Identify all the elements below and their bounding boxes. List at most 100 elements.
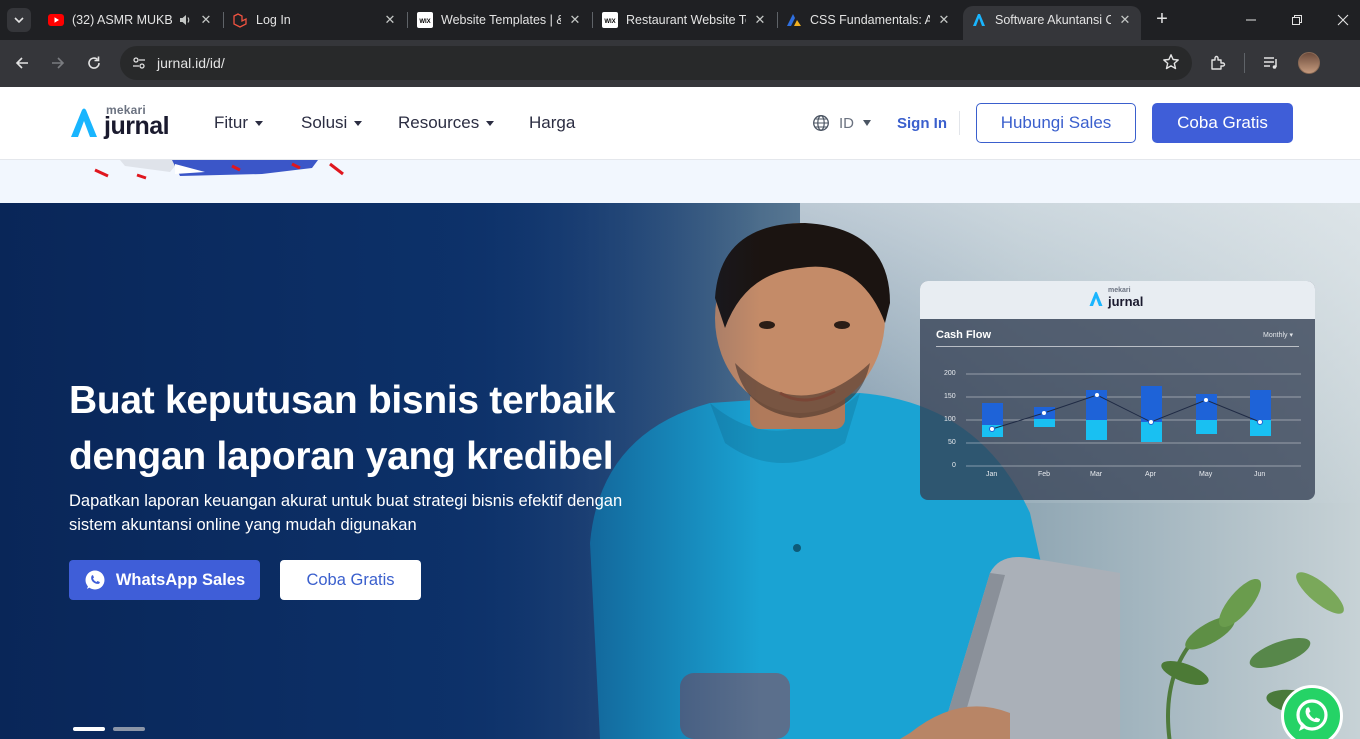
bar-light-mar — [1086, 420, 1107, 440]
url-text[interactable]: jurnal.id/id/ — [157, 55, 225, 71]
minimize-button[interactable] — [1238, 8, 1264, 32]
tab-title: Restaurant Website Te — [626, 13, 746, 27]
hero-title: Buat keputusan bisnis terbaik dengan lap… — [69, 373, 709, 485]
close-icon[interactable]: ✕ — [567, 12, 583, 28]
contact-sales-button[interactable]: Hubungi Sales — [976, 103, 1136, 143]
tab-website-templates[interactable]: WIX Website Templates | & ✕ — [409, 6, 591, 34]
tab-youtube[interactable]: (32) ASMR MUKBANG ✕ — [40, 6, 222, 34]
whatsapp-icon — [1296, 699, 1328, 731]
cash-flow-chart — [966, 373, 1301, 467]
hero-title-line-2: dengan laporan yang kredibel — [69, 435, 614, 478]
caret-down-icon — [486, 120, 495, 126]
artisan-icon — [786, 12, 802, 28]
tab-title: Log In — [256, 13, 291, 27]
tab-separator — [592, 12, 593, 28]
chevron-down-icon — [14, 17, 24, 24]
tab-title: Website Templates | & — [441, 13, 561, 27]
nav-solusi[interactable]: Solusi — [301, 113, 363, 133]
nav-label: Fitur — [214, 113, 248, 132]
back-button[interactable] — [10, 51, 34, 75]
new-tab-button[interactable]: + — [1152, 9, 1172, 30]
nav-label: Solusi — [301, 113, 348, 132]
speaker-icon[interactable] — [178, 13, 192, 27]
youtube-icon — [48, 12, 64, 28]
tab-title: (32) ASMR MUKBANG — [72, 13, 172, 27]
mekari-jurnal-logo[interactable]: mekari jurnal — [69, 103, 179, 143]
whatsapp-floating-button[interactable] — [1281, 685, 1343, 739]
forward-button[interactable] — [46, 51, 70, 75]
browser-toolbar: jurnal.id/id/ — [0, 40, 1360, 87]
restore-icon — [1292, 15, 1302, 25]
svg-text:WIX: WIX — [419, 19, 430, 25]
x-tick: Feb — [1038, 471, 1051, 478]
nav-harga[interactable]: Harga — [529, 113, 575, 133]
tab-title: CSS Fundamentals: A — [810, 13, 930, 27]
svg-text:WIX: WIX — [604, 19, 615, 25]
hero-subtitle: Dapatkan laporan keuangan akurat untuk b… — [69, 489, 669, 537]
whatsapp-sales-button[interactable]: WhatsApp Sales — [69, 560, 260, 600]
trend-point-jun — [1257, 419, 1263, 425]
address-bar[interactable]: jurnal.id/id/ — [120, 46, 1192, 80]
language-code: ID — [839, 114, 854, 132]
wix-icon: WIX — [602, 12, 618, 28]
hero-title-line-1: Buat keputusan bisnis terbaik — [69, 379, 616, 422]
site-header: mekari jurnal Fitur Solusi Resources Har… — [0, 87, 1360, 160]
bar-dark-apr — [1141, 386, 1162, 422]
y-tick: 150 — [944, 393, 956, 400]
sign-in-link[interactable]: Sign In — [897, 115, 947, 132]
close-icon[interactable]: ✕ — [752, 12, 768, 28]
media-queue-icon — [1264, 57, 1277, 69]
reload-button[interactable] — [82, 51, 106, 75]
nav-label: Harga — [529, 113, 576, 132]
hero-subtitle-line-2: sistem akuntansi online yang mudah digun… — [69, 516, 417, 534]
caret-down-icon — [863, 120, 871, 126]
close-icon[interactable]: ✕ — [1117, 12, 1133, 28]
x-tick: Jun — [1254, 471, 1266, 478]
tab-title: Software Akuntansi O — [995, 13, 1111, 27]
arrow-right-icon — [52, 57, 65, 69]
bookmark-star-icon[interactable] — [1162, 53, 1180, 76]
logo-big-text: jurnal — [104, 112, 170, 140]
media-controls-button[interactable] — [1259, 51, 1283, 75]
site-info-button[interactable] — [128, 52, 150, 74]
nav-fitur[interactable]: Fitur — [214, 113, 263, 133]
restore-button[interactable] — [1284, 8, 1310, 32]
trend-point-apr — [1148, 419, 1154, 425]
tab-separator — [407, 12, 408, 28]
tab-css-fundamentals[interactable]: CSS Fundamentals: A ✕ — [778, 6, 960, 34]
close-icon[interactable]: ✕ — [936, 12, 952, 28]
close-window-button[interactable] — [1330, 8, 1356, 32]
header-divider — [959, 111, 960, 135]
x-tick: Mar — [1090, 471, 1103, 478]
x-tick: May — [1199, 471, 1213, 478]
language-selector[interactable]: ID — [812, 114, 871, 132]
x-tick: Apr — [1145, 471, 1156, 478]
try-free-button[interactable]: Coba Gratis — [1152, 103, 1293, 143]
caret-down-icon — [255, 120, 263, 126]
trend-point-jan — [989, 426, 995, 432]
close-icon[interactable]: ✕ — [198, 12, 214, 28]
carousel-dot-2[interactable] — [113, 727, 145, 731]
toolbar-separator — [1244, 53, 1245, 73]
extensions-button[interactable] — [1206, 51, 1230, 75]
carousel-dot-1[interactable] — [73, 727, 105, 731]
y-tick: 200 — [944, 370, 956, 377]
nav-resources[interactable]: Resources — [398, 113, 495, 133]
browser-tab-bar: (32) ASMR MUKBANG ✕ Log In ✕ WIX Website… — [0, 0, 1360, 40]
tab-login[interactable]: Log In ✕ — [224, 6, 406, 34]
promo-banner-strip[interactable] — [0, 160, 1360, 203]
tab-search-button[interactable] — [7, 8, 31, 32]
profile-avatar[interactable] — [1298, 52, 1320, 74]
wix-icon: WIX — [417, 12, 433, 28]
tab-jurnal-active[interactable]: Software Akuntansi O ✕ — [963, 6, 1141, 40]
bar-dark-jan — [982, 403, 1003, 428]
close-icon — [1337, 14, 1349, 26]
tab-restaurant-website[interactable]: WIX Restaurant Website Te ✕ — [594, 6, 776, 34]
bar-light-feb — [1034, 419, 1055, 427]
reload-icon — [88, 56, 100, 69]
minimize-icon — [1246, 19, 1256, 21]
hero-try-free-button[interactable]: Coba Gratis — [280, 560, 421, 600]
nav-label: Resources — [398, 113, 480, 132]
bar-light-apr — [1141, 422, 1162, 442]
close-icon[interactable]: ✕ — [382, 12, 398, 28]
